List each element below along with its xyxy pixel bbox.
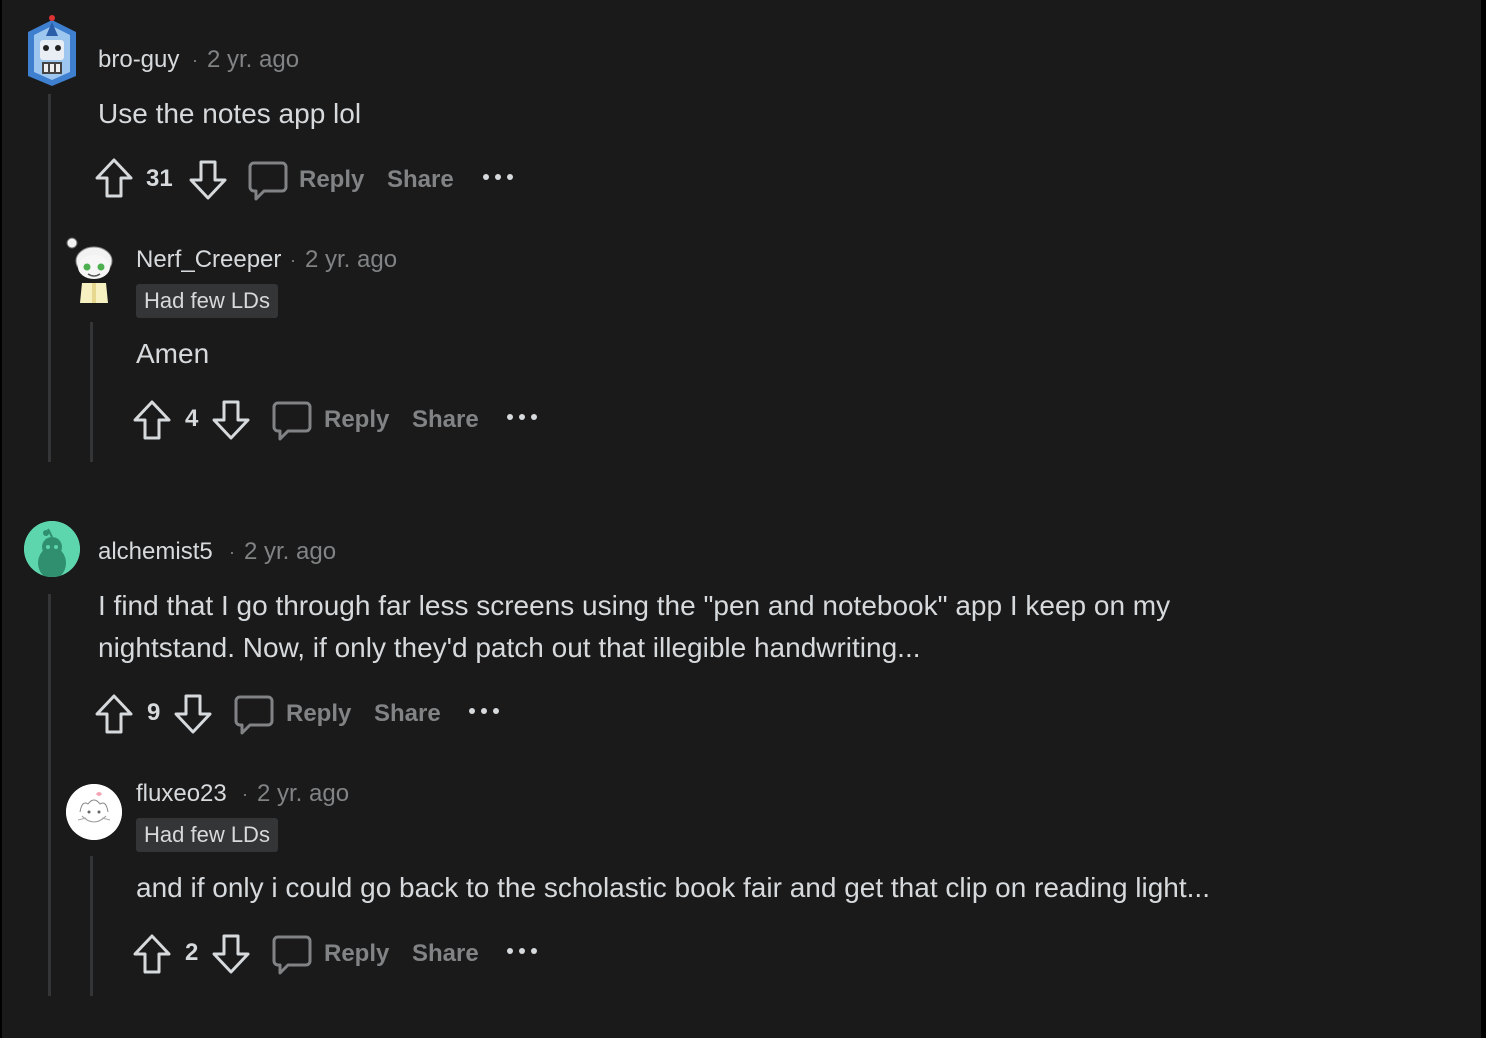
user-flair: Had few LDs — [136, 818, 278, 852]
reply-label: Reply — [299, 166, 365, 193]
separator-dot: · — [242, 784, 248, 804]
comment-author[interactable]: bro-guy — [98, 45, 179, 75]
comment-author[interactable]: Nerf_Creeper — [136, 245, 281, 275]
upvote-button[interactable] — [94, 693, 134, 735]
vote-count: 31 — [146, 165, 173, 192]
downvote-arrow-icon — [212, 934, 250, 974]
share-button[interactable]: Share — [412, 933, 479, 975]
comment-timestamp[interactable]: 2 yr. ago — [207, 45, 299, 75]
snoo-avatar-icon — [24, 521, 80, 577]
comment-body: Amen — [136, 338, 210, 369]
reply-button[interactable]: Reply — [248, 159, 398, 201]
more-options-button[interactable] — [466, 701, 502, 725]
separator-dot: · — [192, 50, 198, 70]
character-avatar-icon — [66, 237, 122, 303]
more-options-button[interactable] — [480, 167, 516, 191]
comment-bubble-icon — [248, 161, 288, 201]
reply-button[interactable]: Reply — [272, 399, 422, 441]
vote-count: 4 — [185, 405, 199, 432]
upvote-button[interactable] — [132, 933, 172, 975]
downvote-button[interactable] — [173, 693, 213, 735]
upvote-arrow-icon — [133, 400, 171, 440]
sketch-cat-avatar-icon — [66, 784, 122, 840]
thread-line[interactable] — [90, 856, 93, 996]
separator-dot: · — [290, 250, 296, 270]
reply-label: Reply — [324, 406, 390, 433]
thread-line[interactable] — [90, 322, 93, 462]
comment-action-bar: 9 Reply Share — [94, 691, 514, 735]
avatar[interactable] — [24, 521, 80, 577]
comment-bubble-icon — [272, 401, 312, 441]
more-options-button[interactable] — [504, 407, 540, 431]
reply-label: Reply — [286, 700, 352, 727]
comment-body-line: nightstand. Now, if only they'd patch ou… — [98, 632, 921, 663]
comment-bubble-icon — [234, 695, 274, 735]
reply-button[interactable]: Reply — [272, 933, 422, 975]
separator-dot: · — [229, 542, 235, 562]
downvote-arrow-icon — [174, 694, 212, 734]
reply-label: Reply — [324, 940, 390, 967]
comments-panel: bro-guy · 2 yr. ago Use the notes app lo… — [2, 0, 1481, 1038]
avatar[interactable] — [66, 784, 122, 840]
more-dots-icon — [483, 174, 513, 180]
more-dots-icon — [507, 948, 537, 954]
reply-button[interactable]: Reply — [234, 693, 384, 735]
vote-count: 9 — [147, 699, 161, 726]
downvote-button[interactable] — [188, 159, 228, 201]
upvote-arrow-icon — [95, 158, 133, 198]
downvote-arrow-icon — [189, 160, 227, 200]
thread-line[interactable] — [48, 94, 51, 462]
upvote-arrow-icon — [95, 694, 133, 734]
upvote-arrow-icon — [133, 934, 171, 974]
comment-timestamp[interactable]: 2 yr. ago — [305, 245, 397, 275]
comment-timestamp[interactable]: 2 yr. ago — [244, 537, 336, 567]
robot-avatar-icon — [28, 15, 76, 86]
comment-body: Use the notes app lol — [98, 98, 362, 129]
upvote-button[interactable] — [94, 157, 134, 199]
comment-action-bar: 4 Reply Share — [132, 397, 552, 441]
more-dots-icon — [507, 414, 537, 420]
vote-count: 2 — [185, 939, 199, 966]
share-button[interactable]: Share — [374, 693, 441, 735]
comment-action-bar: 31 Reply Share — [94, 157, 534, 201]
downvote-arrow-icon — [212, 400, 250, 440]
upvote-button[interactable] — [132, 399, 172, 441]
downvote-button[interactable] — [211, 399, 251, 441]
avatar[interactable] — [64, 235, 122, 305]
more-dots-icon — [469, 708, 499, 714]
share-button[interactable]: Share — [412, 399, 479, 441]
thread-line[interactable] — [48, 594, 51, 996]
user-flair: Had few LDs — [136, 284, 278, 318]
comment-author[interactable]: alchemist5 — [98, 537, 213, 567]
comment-timestamp[interactable]: 2 yr. ago — [257, 779, 349, 809]
more-options-button[interactable] — [504, 941, 540, 965]
comment-body-line: I find that I go through far less screen… — [98, 590, 1171, 621]
avatar[interactable] — [24, 14, 80, 88]
comment-action-bar: 2 Reply Share — [132, 931, 552, 975]
comment-bubble-icon — [272, 935, 312, 975]
share-button[interactable]: Share — [387, 159, 454, 201]
comment-author[interactable]: fluxeo23 — [136, 779, 227, 809]
comment-body: and if only i could go back to the schol… — [136, 872, 1210, 903]
downvote-button[interactable] — [211, 933, 251, 975]
